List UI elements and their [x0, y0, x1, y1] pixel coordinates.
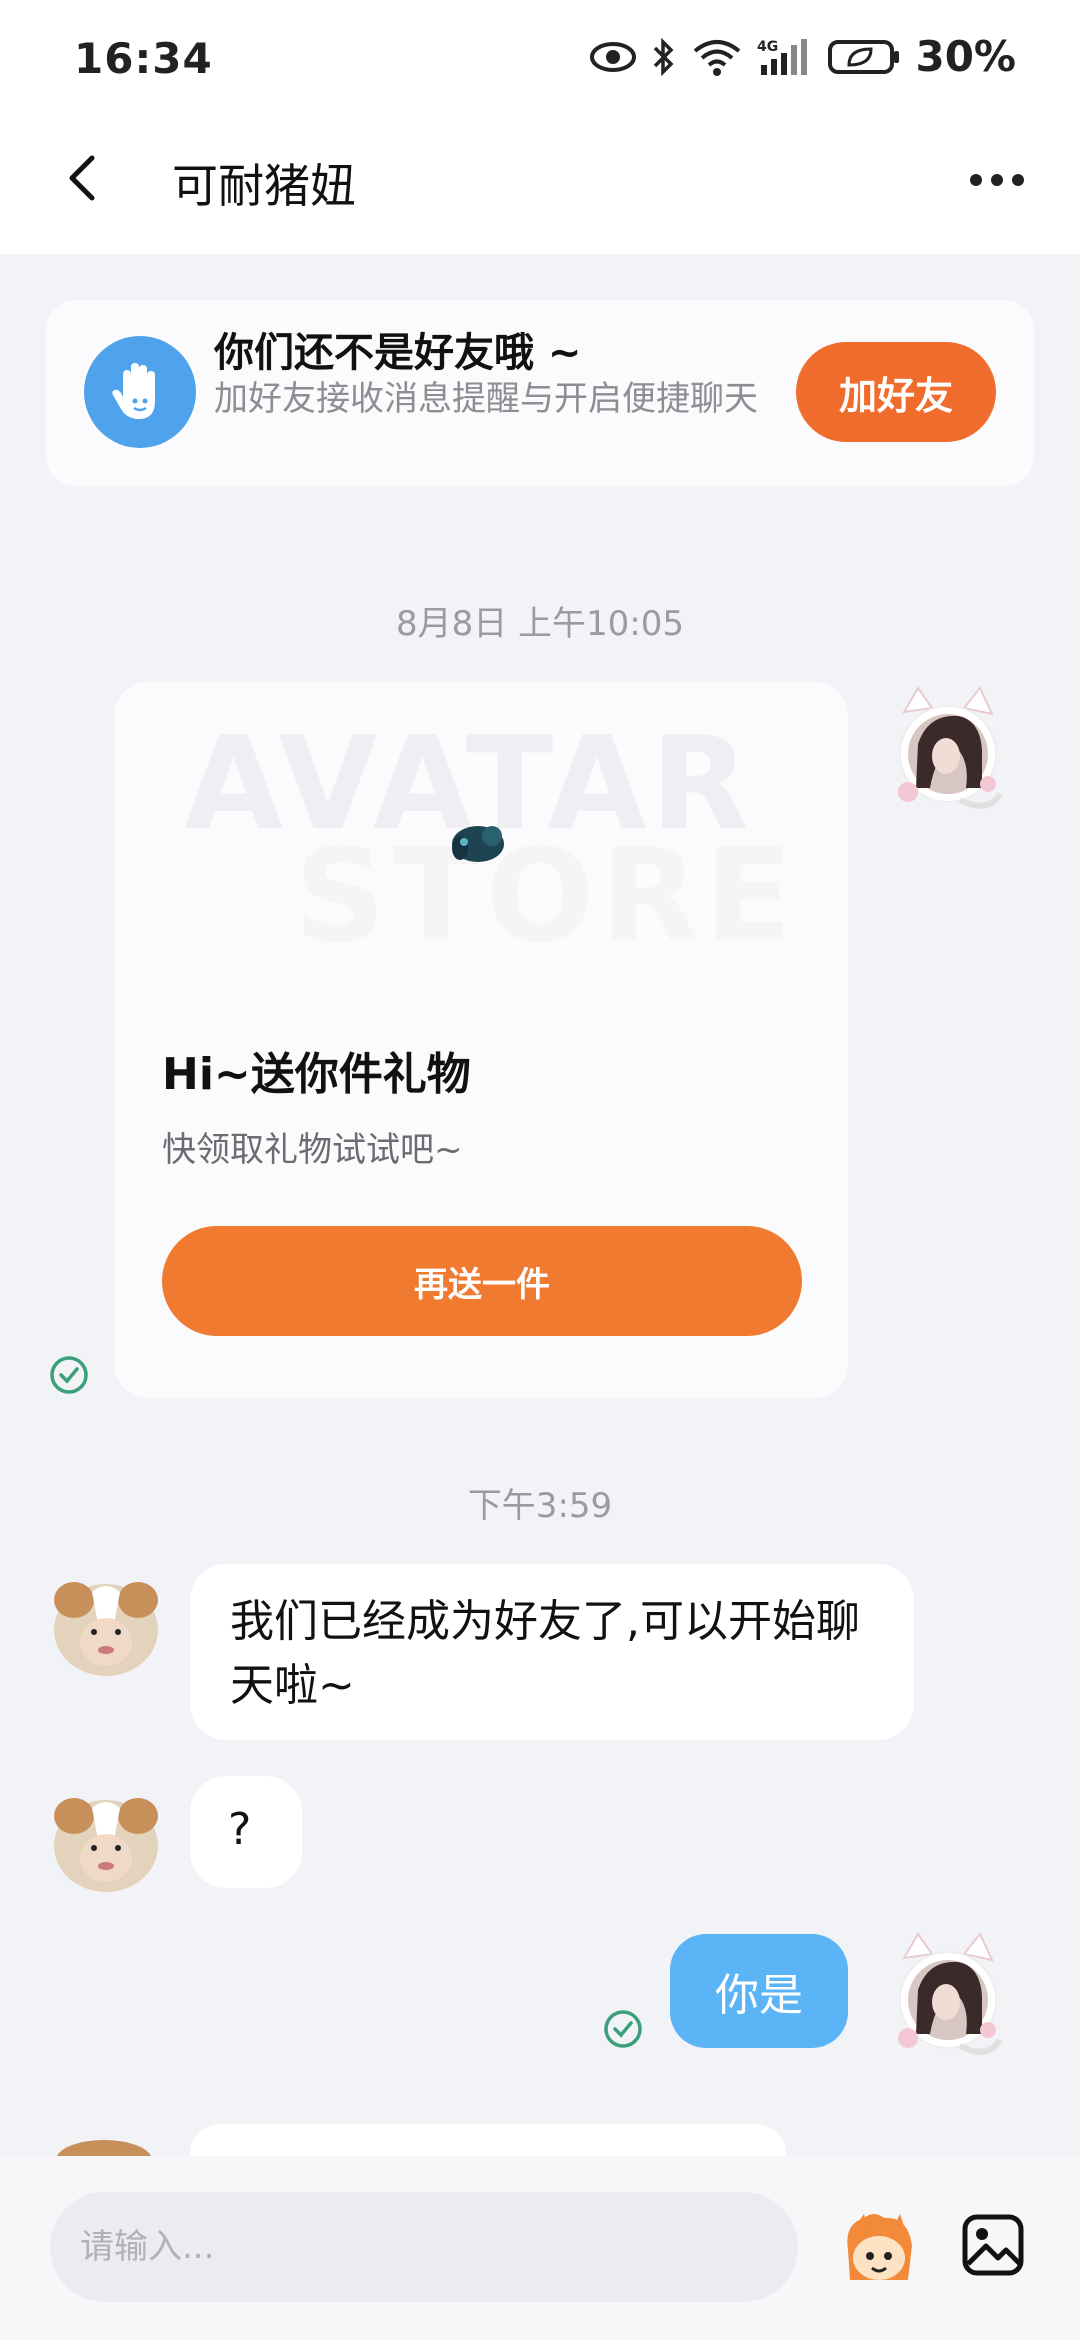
hand-icon [84, 336, 196, 448]
add-friend-button[interactable]: 加好友 [796, 342, 996, 442]
status-time: 16:34 [74, 34, 213, 83]
eye-icon [590, 41, 637, 72]
avatar [56, 2140, 152, 2158]
check-circle-icon [50, 1356, 88, 1394]
check-circle-icon [604, 2010, 642, 2048]
image-icon[interactable] [960, 2212, 1026, 2278]
cellular-signal-icon: 4G [757, 38, 808, 75]
battery-icon [828, 39, 900, 74]
gift-subtitle: 快领取礼物试试吧~ [162, 1130, 463, 1170]
svg-text:4G: 4G [757, 39, 778, 55]
more-icon[interactable] [968, 170, 1026, 190]
timestamp: 8月8日 上午10:05 [395, 604, 685, 644]
chevron-left-icon[interactable] [58, 150, 110, 206]
message-input[interactable] [50, 2192, 798, 2302]
battery-percent: 30% [915, 32, 1016, 81]
gift-title: Hi~送你件礼物 [162, 1049, 471, 1100]
avatar[interactable] [50, 1786, 162, 1898]
banner-title: 你们还不是好友哦 ~ [214, 330, 582, 376]
message-bubble: ? [190, 1776, 302, 1888]
watermark-text: STORE [294, 822, 799, 971]
avatar[interactable] [888, 1930, 1008, 2070]
gift-card[interactable]: AVATAR STORE Hi~送你件礼物 快领取礼物试试吧~ 再送一件 [114, 682, 848, 1398]
emoji-sticker-icon[interactable] [834, 2210, 924, 2290]
gift-item-image [452, 826, 504, 862]
send-again-button[interactable]: 再送一件 [162, 1226, 802, 1336]
message-bubble-self: 你是 [670, 1934, 848, 2048]
bluetooth-icon [654, 37, 674, 76]
banner-subtitle: 加好友接收消息提醒与开启便捷聊天 [214, 379, 758, 419]
status-icons: 4G 30% [589, 32, 1016, 81]
message-bubble: 我们已经成为好友了,可以开始聊天啦~ [190, 1564, 914, 1740]
chat-header [0, 120, 1080, 254]
timestamp: 下午3:59 [467, 1486, 613, 1526]
avatar[interactable] [888, 684, 1008, 824]
wifi-icon [694, 39, 741, 76]
avatar[interactable] [50, 1570, 162, 1682]
chat-title: 可耐猪妞 [172, 159, 356, 213]
